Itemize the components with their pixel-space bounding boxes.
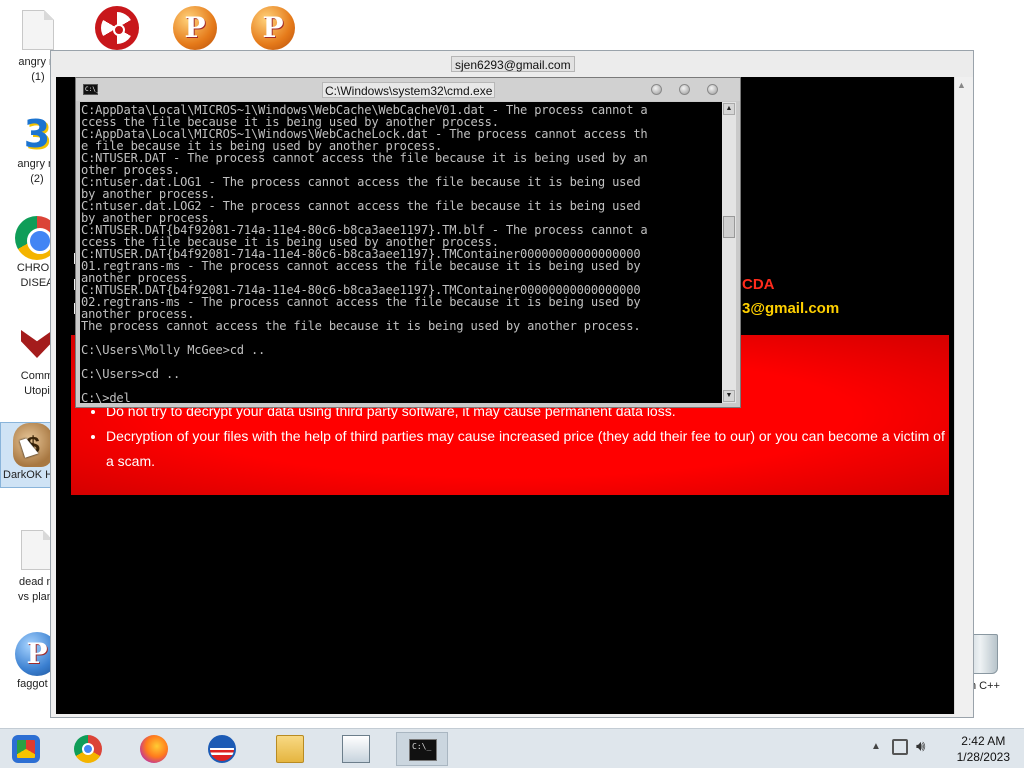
cmd-icon: C:\_ xyxy=(409,739,437,761)
taskbar-item-obama[interactable] xyxy=(196,732,248,766)
taskbar: C:\_ ▲ 🔊︎ 2:42 AM 1/28/2023 xyxy=(0,728,1024,768)
warning-item: Decryption of your files with the help o… xyxy=(106,424,946,474)
console-output[interactable]: C:AppData\Local\MICROS~1\Windows\WebCach… xyxy=(80,102,724,403)
scroll-up-icon[interactable]: ▲ xyxy=(957,80,967,90)
chrome-old-icon xyxy=(12,735,40,763)
clock-date: 1/28/2023 xyxy=(956,750,1010,764)
browser-titlebar[interactable]: sjen6293@gmail.com xyxy=(51,51,973,77)
cmd-title: C:\Windows\system32\cmd.exe xyxy=(322,82,496,98)
minimize-button[interactable] xyxy=(651,84,662,95)
chevron-up-icon[interactable]: ▲ xyxy=(871,741,881,752)
p-ball-icon: P xyxy=(251,6,295,50)
tray-clock[interactable]: 2:42 AM 1/28/2023 xyxy=(957,733,1010,765)
taskbar-item-app-chrome-old[interactable] xyxy=(0,732,52,766)
document-icon xyxy=(16,10,60,54)
taskbar-item-chrome[interactable] xyxy=(62,732,114,766)
taskbar-item-firefox[interactable] xyxy=(128,732,180,766)
radiation-icon xyxy=(95,6,139,50)
scroll-thumb[interactable] xyxy=(723,216,735,238)
warning-list: Do not try to decrypt your data using th… xyxy=(106,399,946,474)
taskbar-item-explorer[interactable] xyxy=(264,732,316,766)
cmd-icon: C:\_ xyxy=(83,84,100,95)
cmd-window[interactable]: C:\_ C:\Windows\system32\cmd.exe C:AppDa… xyxy=(75,77,741,408)
taskbar-item-network-setup[interactable] xyxy=(330,732,382,766)
chrome-icon xyxy=(74,735,102,763)
taskbar-item-cmd[interactable]: C:\_ xyxy=(396,732,448,766)
firefox-icon xyxy=(140,735,168,763)
system-tray: ▲ 🔊︎ xyxy=(866,729,926,768)
console-text: C:AppData\Local\MICROS~1\Windows\WebCach… xyxy=(81,103,648,403)
cmd-scrollbar[interactable]: ▲ ▼ xyxy=(722,102,736,403)
desktop-icon-p-ball-2[interactable]: P xyxy=(240,6,306,50)
clock-time: 2:42 AM xyxy=(961,734,1006,748)
close-button[interactable] xyxy=(707,84,718,95)
maximize-button[interactable] xyxy=(679,84,690,95)
desktop-icon-radiation[interactable] xyxy=(84,6,150,50)
desktop-icon-p-ball-1[interactable]: P xyxy=(162,6,228,50)
network-warning-icon[interactable] xyxy=(892,739,908,755)
obama-logo-icon xyxy=(208,735,236,763)
browser-title: sjen6293@gmail.com xyxy=(451,56,575,72)
volume-icon[interactable]: 🔊︎ xyxy=(916,738,925,755)
browser-scrollbar[interactable]: ▲ xyxy=(954,77,970,714)
scroll-down-icon[interactable]: ▼ xyxy=(723,390,735,402)
p-ball-icon: P xyxy=(173,6,217,50)
ransom-red-text: CDA xyxy=(742,276,775,293)
folder-icon xyxy=(276,735,304,763)
ransom-email-text: 3@gmail.com xyxy=(742,300,840,317)
scroll-up-icon[interactable]: ▲ xyxy=(723,103,735,115)
network-setup-icon xyxy=(342,735,370,763)
cmd-titlebar[interactable]: C:\_ C:\Windows\system32\cmd.exe xyxy=(76,78,740,101)
